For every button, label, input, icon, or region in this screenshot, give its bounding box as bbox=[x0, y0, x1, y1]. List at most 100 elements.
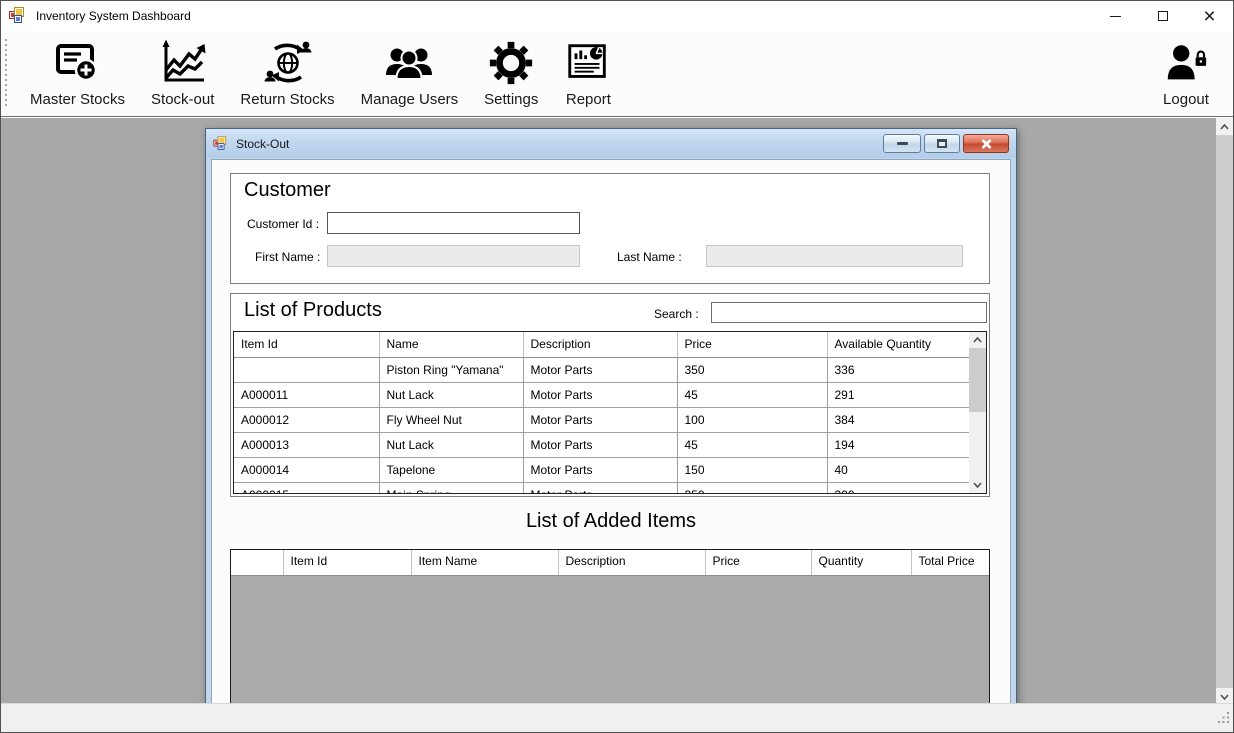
grid-cell[interactable]: A000015 bbox=[234, 482, 379, 494]
stockout-titlebar[interactable]: Stock-Out bbox=[206, 129, 1016, 158]
scrollbar-thumb[interactable] bbox=[969, 348, 986, 412]
grid-cell[interactable]: 300 bbox=[827, 482, 969, 494]
product-row[interactable]: A000015 Main Spring Motor Parts 350 300 bbox=[234, 482, 969, 494]
return-stocks-icon bbox=[263, 36, 313, 90]
stockout-window-icon bbox=[214, 137, 228, 151]
grid-cell[interactable]: Motor Parts bbox=[523, 382, 677, 407]
grid-cell[interactable]: Tapelone bbox=[379, 457, 523, 482]
logout-icon bbox=[1162, 36, 1210, 90]
product-row[interactable]: A000011 Nut Lack Motor Parts 45 291 bbox=[234, 382, 969, 407]
customer-groupbox: Customer Customer Id : First Name : Last… bbox=[230, 173, 990, 284]
manage-users-icon bbox=[384, 36, 434, 90]
toolbar-master-stocks[interactable]: Master Stocks bbox=[17, 34, 138, 110]
minimize-icon bbox=[1110, 16, 1121, 17]
grid-cell[interactable]: 350 bbox=[677, 357, 827, 382]
grid-cell[interactable]: A000014 bbox=[234, 457, 379, 482]
grid-cell[interactable]: Motor Parts bbox=[523, 357, 677, 382]
stockout-maximize-button[interactable] bbox=[924, 134, 960, 153]
toolbar-stock-out[interactable]: Stock-out bbox=[138, 34, 227, 110]
mdi-vertical-scrollbar[interactable] bbox=[1216, 118, 1233, 705]
col-price[interactable]: Price bbox=[677, 332, 827, 357]
stockout-close-icon bbox=[981, 139, 992, 149]
close-button[interactable]: × bbox=[1186, 1, 1233, 31]
product-row[interactable]: A000010 Piston Ring "Yamana" Motor Parts… bbox=[234, 357, 969, 382]
grid-cell[interactable]: Main Spring bbox=[379, 482, 523, 494]
added-items-table: Item Id Item Name Description Price Quan… bbox=[231, 550, 990, 576]
toolbar-label-return-stocks: Return Stocks bbox=[240, 91, 334, 108]
minimize-button[interactable] bbox=[1092, 1, 1139, 31]
grid-cell[interactable]: 336 bbox=[827, 357, 969, 382]
grid-cell[interactable]: Motor Parts bbox=[523, 432, 677, 457]
grid-cell[interactable]: A000012 bbox=[234, 407, 379, 432]
added-items-header-row: Item Id Item Name Description Price Quan… bbox=[231, 550, 989, 575]
scroll-up-button[interactable] bbox=[969, 332, 986, 348]
maximize-button[interactable] bbox=[1139, 1, 1186, 31]
grid-cell[interactable]: Nut Lack bbox=[379, 382, 523, 407]
col-row-header bbox=[231, 550, 283, 575]
resize-grip-icon[interactable] bbox=[1217, 711, 1230, 729]
grid-cell[interactable]: 291 bbox=[827, 382, 969, 407]
grid-cell[interactable]: A000013 bbox=[234, 432, 379, 457]
grid-cell[interactable]: 350 bbox=[677, 482, 827, 494]
products-header-row: Item Id Name Description Price Available… bbox=[234, 332, 969, 357]
last-name-input[interactable] bbox=[706, 245, 963, 267]
col-added-price[interactable]: Price bbox=[705, 550, 811, 575]
grid-cell[interactable]: A000011 bbox=[234, 382, 379, 407]
mdi-scroll-up-button[interactable] bbox=[1216, 118, 1233, 135]
toolbar-manage-users[interactable]: Manage Users bbox=[348, 34, 472, 110]
grid-cell[interactable]: 100 bbox=[677, 407, 827, 432]
product-row[interactable]: A000014 Tapelone Motor Parts 150 40 bbox=[234, 457, 969, 482]
master-stocks-icon bbox=[53, 36, 103, 90]
status-bar bbox=[1, 703, 1233, 732]
grid-cell[interactable]: 384 bbox=[827, 407, 969, 432]
grid-cell[interactable]: 194 bbox=[827, 432, 969, 457]
grid-cell[interactable]: Nut Lack bbox=[379, 432, 523, 457]
chevron-up-icon bbox=[973, 337, 982, 343]
product-row[interactable]: A000012 Fly Wheel Nut Motor Parts 100 38… bbox=[234, 407, 969, 432]
scroll-down-button[interactable] bbox=[969, 477, 986, 493]
window-title: Inventory System Dashboard bbox=[36, 9, 191, 23]
col-added-total-price[interactable]: Total Price bbox=[911, 550, 989, 575]
col-added-description[interactable]: Description bbox=[558, 550, 705, 575]
col-added-item-id[interactable]: Item Id bbox=[283, 550, 411, 575]
chevron-down-icon bbox=[1220, 694, 1229, 700]
mdi-area: Stock-Out Customer Customer bbox=[1, 118, 1233, 705]
report-icon bbox=[564, 36, 612, 90]
grid-cell[interactable]: 150 bbox=[677, 457, 827, 482]
customer-id-input[interactable] bbox=[327, 212, 580, 234]
grid-cell[interactable]: Piston Ring "Yamana" bbox=[379, 357, 523, 382]
toolbar-label-logout: Logout bbox=[1163, 91, 1209, 108]
toolbar-report[interactable]: Report bbox=[551, 34, 625, 110]
toolbar-settings[interactable]: Settings bbox=[471, 34, 551, 110]
toolbar-return-stocks[interactable]: Return Stocks bbox=[227, 34, 347, 110]
grid-cell-selected[interactable]: A000010 bbox=[234, 357, 379, 382]
products-grid-scrollbar[interactable] bbox=[969, 332, 986, 493]
product-row[interactable]: A000013 Nut Lack Motor Parts 45 194 bbox=[234, 432, 969, 457]
search-input[interactable] bbox=[711, 302, 987, 323]
grid-cell[interactable]: 45 bbox=[677, 432, 827, 457]
first-name-input[interactable] bbox=[327, 245, 580, 267]
col-item-id[interactable]: Item Id bbox=[234, 332, 379, 357]
grid-cell[interactable]: 45 bbox=[677, 382, 827, 407]
customer-heading: Customer bbox=[244, 179, 331, 202]
stockout-client-area: Customer Customer Id : First Name : Last… bbox=[211, 159, 1011, 705]
close-icon: × bbox=[1203, 6, 1215, 27]
grid-cell[interactable]: Motor Parts bbox=[523, 457, 677, 482]
col-description[interactable]: Description bbox=[523, 332, 677, 357]
col-name[interactable]: Name bbox=[379, 332, 523, 357]
stockout-window: Stock-Out Customer Customer bbox=[205, 128, 1017, 705]
stockout-close-button[interactable] bbox=[963, 134, 1009, 153]
settings-icon bbox=[487, 36, 535, 90]
grid-cell[interactable]: Fly Wheel Nut bbox=[379, 407, 523, 432]
stockout-minimize-button[interactable] bbox=[883, 134, 921, 153]
grid-cell[interactable]: 40 bbox=[827, 457, 969, 482]
col-added-quantity[interactable]: Quantity bbox=[811, 550, 911, 575]
app-window: Inventory System Dashboard × Master Stoc… bbox=[0, 0, 1234, 733]
chevron-up-icon bbox=[1220, 124, 1229, 130]
grid-cell[interactable]: Motor Parts bbox=[523, 407, 677, 432]
grid-cell[interactable]: Motor Parts bbox=[523, 482, 677, 494]
col-added-item-name[interactable]: Item Name bbox=[411, 550, 558, 575]
toolbar-logout[interactable]: Logout bbox=[1149, 34, 1223, 110]
col-available-quantity[interactable]: Available Quantity bbox=[827, 332, 969, 357]
toolbar-label-settings: Settings bbox=[484, 91, 538, 108]
